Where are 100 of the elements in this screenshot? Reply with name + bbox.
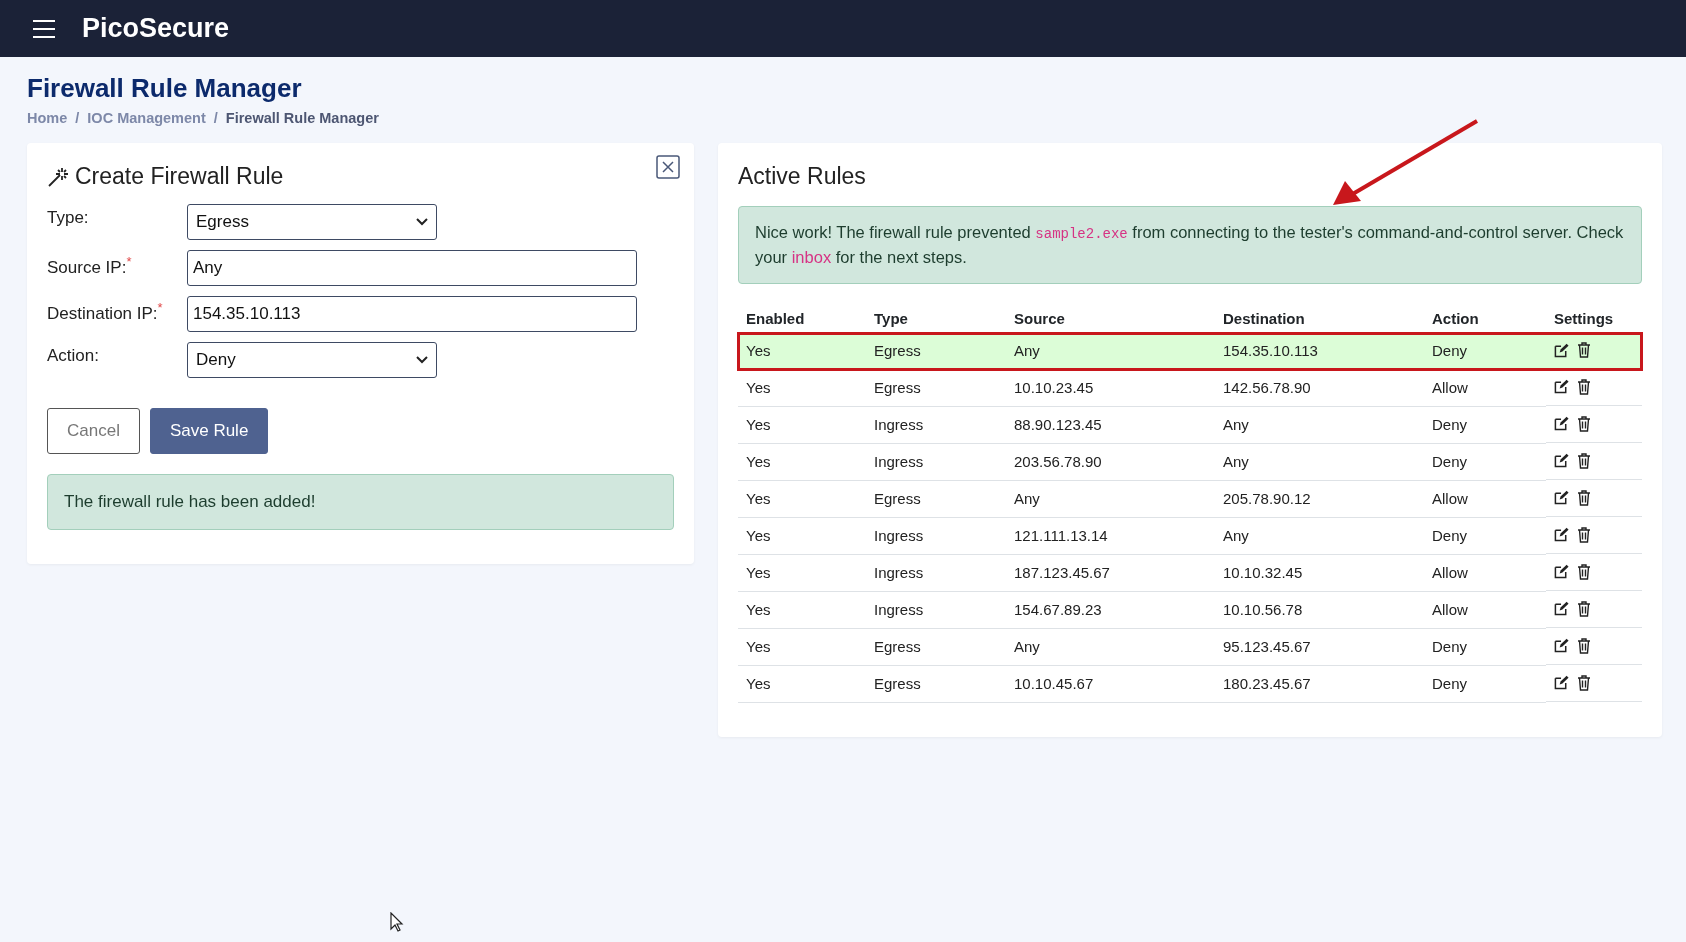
field-label: Type: <box>47 207 90 228</box>
magic-wand-icon <box>47 165 69 188</box>
table-cell: Yes <box>738 333 866 370</box>
column-header: Destination <box>1215 306 1424 333</box>
table-cell: Yes <box>738 406 866 444</box>
edit-icon[interactable] <box>1554 490 1569 505</box>
table-cell: Allow <box>1424 369 1546 407</box>
table-cell: 180.23.45.67 <box>1215 665 1424 703</box>
cancel-button[interactable]: Cancel <box>47 408 140 454</box>
column-header: Source <box>1006 306 1215 333</box>
table-cell: Deny <box>1424 443 1546 481</box>
table-cell: Allow <box>1424 554 1546 592</box>
edit-icon[interactable] <box>1554 342 1569 358</box>
table-cell: Ingress <box>866 443 1006 481</box>
table-cell: 10.10.32.45 <box>1215 554 1424 592</box>
table-cell: Yes <box>738 517 866 555</box>
table-cell: 142.56.78.90 <box>1215 369 1424 407</box>
success-alert: The firewall rule has been added! <box>47 474 674 530</box>
edit-icon[interactable] <box>1554 527 1569 542</box>
edit-icon[interactable] <box>1554 453 1569 468</box>
close-icon[interactable] <box>656 155 680 179</box>
table-cell: 154.35.10.113 <box>1215 333 1424 370</box>
table-cell: Yes <box>738 443 866 481</box>
card-title: Active Rules <box>738 163 867 190</box>
dropdown[interactable]: Egress <box>187 204 437 240</box>
table-cell: Deny <box>1424 333 1546 370</box>
trash-icon[interactable] <box>1577 378 1591 395</box>
app-logo[interactable]: PicoSecure <box>82 13 230 44</box>
trash-icon[interactable] <box>1577 342 1591 358</box>
menu-icon[interactable] <box>32 18 56 39</box>
trash-icon[interactable] <box>1577 415 1591 432</box>
trash-icon[interactable] <box>1577 563 1591 580</box>
edit-icon[interactable] <box>1554 564 1569 579</box>
table-cell: Ingress <box>866 406 1006 444</box>
trash-icon[interactable] <box>1577 489 1591 506</box>
field-label: Action: <box>47 345 100 366</box>
breadcrumb-current: Firewall Rule Manager <box>225 110 379 126</box>
success-alert: Nice work! The firewall rule prevented sample2.exe from connecting to the tester's command-and-control server. Check your inbox for the next steps. <box>738 206 1642 284</box>
table-cell: Egress <box>866 369 1006 407</box>
table-cell: 10.10.23.45 <box>1006 369 1215 407</box>
table-cell: Allow <box>1424 591 1546 629</box>
table-cell: 203.56.78.90 <box>1006 443 1215 481</box>
table-cell: Yes <box>738 480 866 518</box>
breadcrumb-separator: / <box>213 110 218 126</box>
table-cell: Deny <box>1424 628 1546 666</box>
table-cell: Egress <box>866 480 1006 518</box>
column-header: Type <box>866 306 1006 333</box>
table-cell: Any <box>1006 480 1215 518</box>
table-cell: 205.78.90.12 <box>1215 480 1424 518</box>
column-header: Action <box>1424 306 1546 333</box>
table-cell: Any <box>1006 333 1215 370</box>
input-field[interactable]: Any <box>187 250 637 286</box>
input-field[interactable]: 154.35.10.113 <box>187 296 637 332</box>
card-title: Create Firewall Rule <box>75 163 284 190</box>
table-cell: 95.123.45.67 <box>1215 628 1424 666</box>
dropdown[interactable]: Deny <box>187 342 437 378</box>
edit-icon[interactable] <box>1554 601 1569 616</box>
column-header: Settings <box>1546 306 1642 333</box>
trash-icon[interactable] <box>1577 526 1591 543</box>
table-cell: 121.111.13.14 <box>1006 517 1215 555</box>
table-cell: Any <box>1215 406 1424 444</box>
chevron-down-icon <box>416 356 428 364</box>
table-cell: 154.67.89.23 <box>1006 591 1215 629</box>
trash-icon[interactable] <box>1577 674 1591 691</box>
table-cell: Any <box>1215 443 1424 481</box>
table-cell: 10.10.45.67 <box>1006 665 1215 703</box>
table-cell: Deny <box>1424 665 1546 703</box>
field-label: Source IP:$^{*}$ <box>47 253 133 278</box>
table-cell: Allow <box>1424 480 1546 518</box>
table-cell: Yes <box>738 369 866 407</box>
edit-icon[interactable] <box>1554 675 1569 690</box>
column-header: Enabled <box>738 306 866 333</box>
table-cell: Yes <box>738 591 866 629</box>
table-cell: Yes <box>738 554 866 592</box>
table-cell: Any <box>1006 628 1215 666</box>
trash-icon[interactable] <box>1577 452 1591 469</box>
edit-icon[interactable] <box>1554 379 1569 394</box>
edit-icon[interactable] <box>1554 638 1569 653</box>
table-cell: Yes <box>738 665 866 703</box>
table-cell: Deny <box>1424 406 1546 444</box>
table-cell: 88.90.123.45 <box>1006 406 1215 444</box>
table-cell: Egress <box>866 628 1006 666</box>
edit-icon[interactable] <box>1554 416 1569 431</box>
trash-icon[interactable] <box>1577 637 1591 654</box>
breadcrumb-separator: / <box>75 110 80 126</box>
table-cell: Deny <box>1424 517 1546 555</box>
table-cell: Egress <box>866 333 1006 370</box>
field-label: Destination IP:$^{*}$ <box>47 299 164 324</box>
table-cell: Ingress <box>866 554 1006 592</box>
mouse-pointer-icon <box>390 912 404 932</box>
table-cell: 187.123.45.67 <box>1006 554 1215 592</box>
table-cell: Yes <box>738 628 866 666</box>
table-cell: Any <box>1215 517 1424 555</box>
save-button[interactable]: Save Rule <box>149 408 269 454</box>
page-title: Firewall Rule Manager <box>27 73 303 104</box>
trash-icon[interactable] <box>1577 600 1591 617</box>
table-cell: Egress <box>866 665 1006 703</box>
chevron-down-icon <box>416 218 428 226</box>
table-cell: Ingress <box>866 517 1006 555</box>
table-cell: 10.10.56.78 <box>1215 591 1424 629</box>
